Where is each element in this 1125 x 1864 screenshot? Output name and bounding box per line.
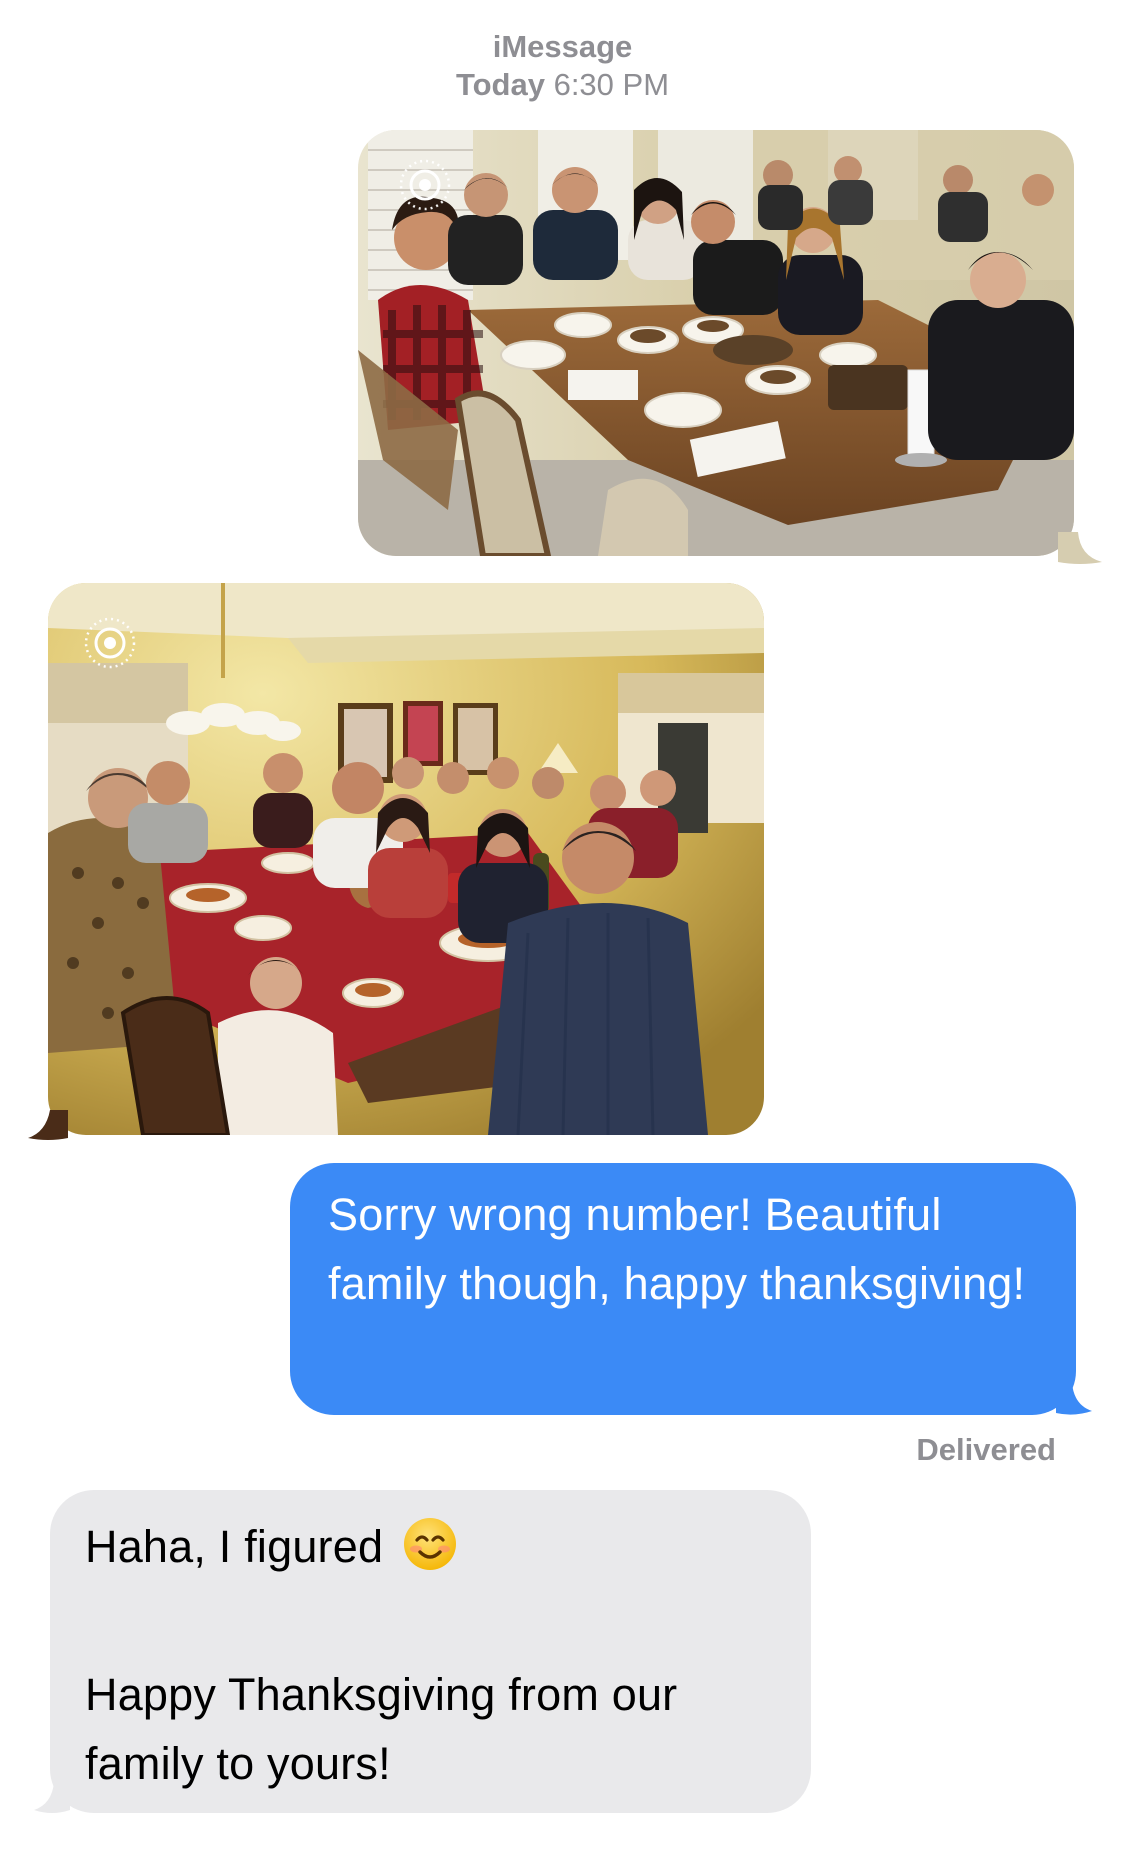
delivery-status: Delivered (916, 1432, 1056, 1467)
bubble-tail-right (1058, 532, 1102, 564)
timestamp-day: Today (455, 67, 545, 102)
sent-message-text: Sorry wrong number! Beautiful family tho… (328, 1189, 1026, 1309)
timestamp-time: 6:30 PM (553, 67, 670, 102)
smiling-face-icon (402, 1516, 458, 1591)
sent-message-bubble[interactable]: Sorry wrong number! Beautiful family tho… (290, 1163, 1076, 1415)
photo-dinner-table-image (358, 130, 1074, 556)
received-message-text-1: Haha, I figured (85, 1521, 384, 1572)
message-line-break (85, 1591, 777, 1660)
live-photo-icon (83, 616, 137, 670)
received-bubble-tail (34, 1782, 70, 1813)
timestamp: Today 6:30 PM (0, 66, 1125, 104)
photo-message-dinner-table[interactable] (358, 130, 1074, 556)
received-message-bubble[interactable]: Haha, I figured Happy Thanksgiving from … (50, 1490, 811, 1813)
received-message-text-2: Happy Thanksgiving from our family to yo… (85, 1669, 678, 1789)
photo-message-family-dinner[interactable] (48, 583, 764, 1135)
live-photo-icon (398, 158, 452, 212)
bubble-tail-left (28, 1110, 68, 1140)
received-message-line-1: Haha, I figured (85, 1512, 777, 1591)
service-label: iMessage (492, 29, 633, 64)
conversation-header: iMessage Today 6:30 PM (0, 28, 1125, 104)
photo-family-dinner-image (48, 583, 764, 1135)
sent-bubble-tail (1056, 1383, 1092, 1415)
